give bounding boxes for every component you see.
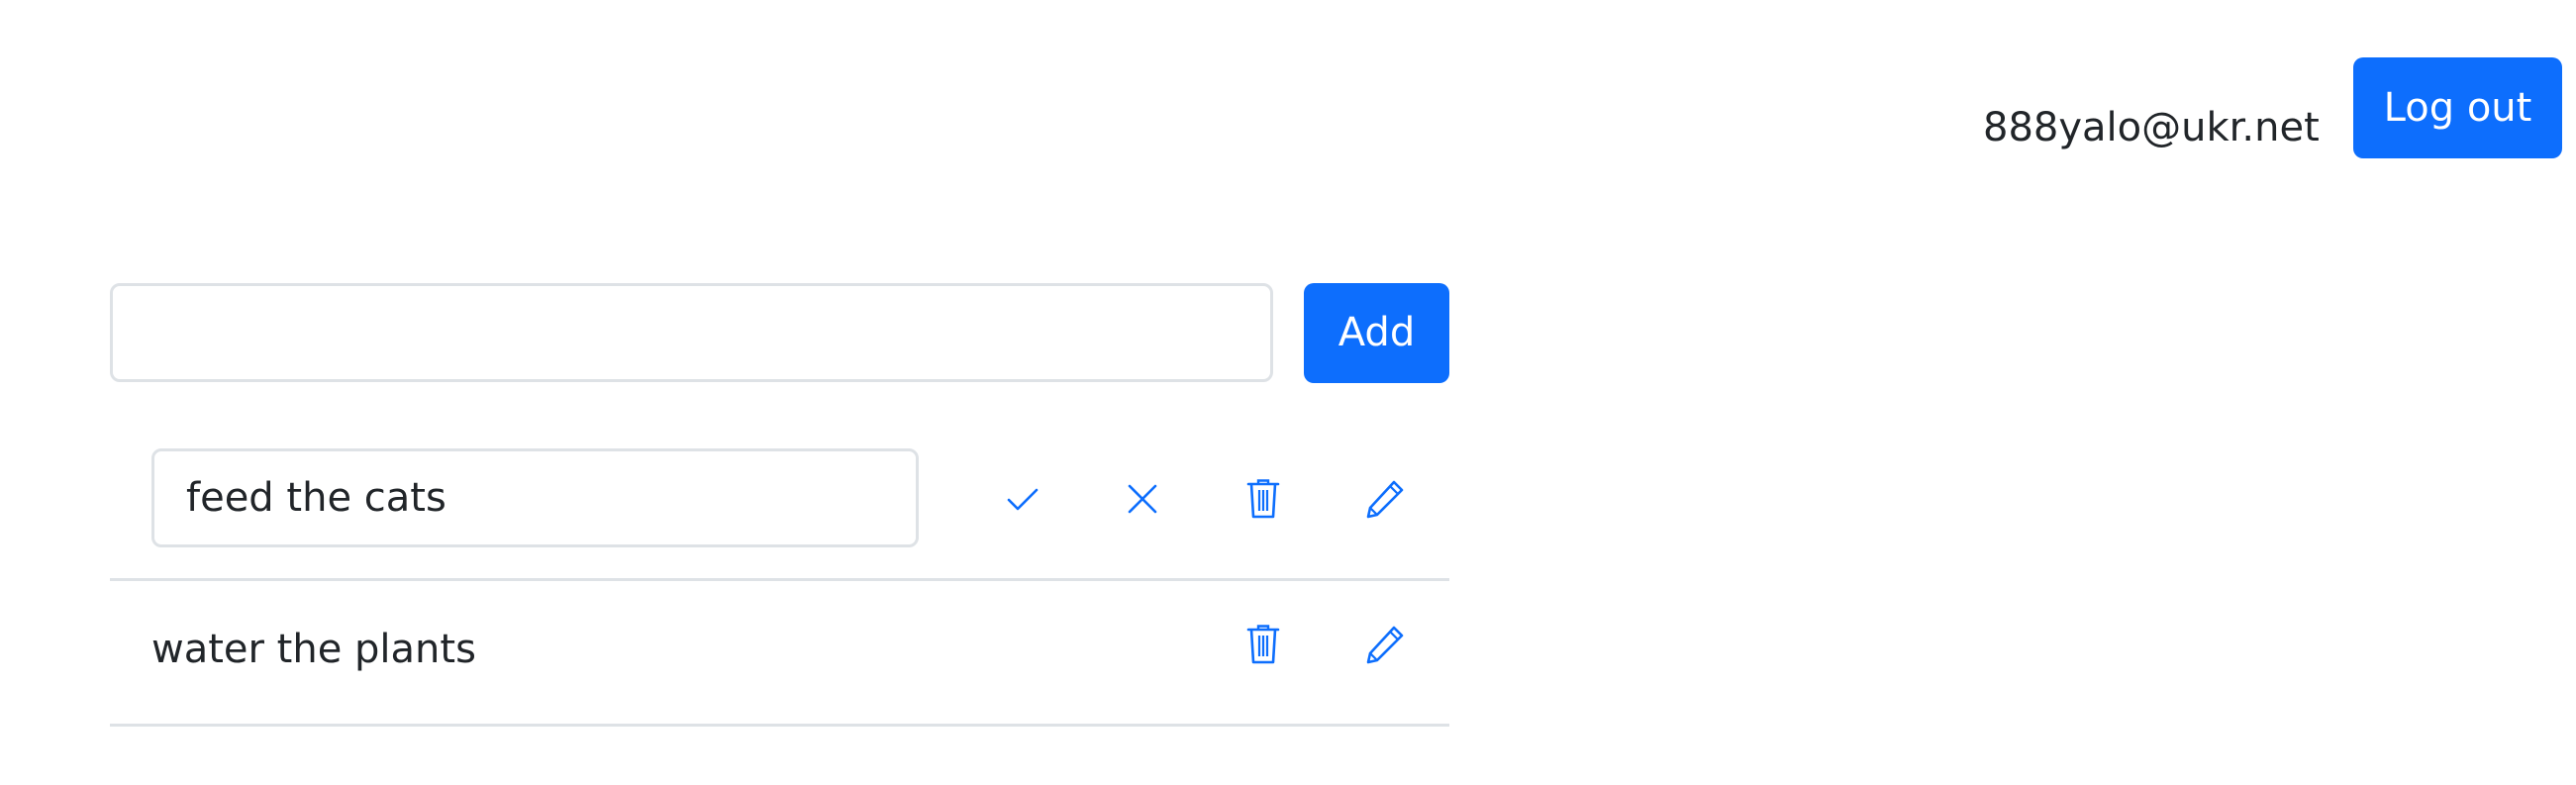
edit-button[interactable]	[1345, 459, 1425, 539]
cancel-edit-button[interactable]	[1103, 459, 1182, 539]
pencil-icon	[1365, 479, 1405, 519]
trash-icon	[1246, 478, 1280, 520]
todo-text: water the plants	[151, 627, 476, 672]
delete-button[interactable]	[1224, 605, 1303, 684]
pencil-icon	[1365, 625, 1405, 664]
check-icon	[1006, 482, 1040, 516]
confirm-edit-button[interactable]	[983, 459, 1062, 539]
delete-button[interactable]	[1224, 459, 1303, 539]
todo-edit-input[interactable]	[151, 448, 919, 547]
trash-icon	[1246, 624, 1280, 665]
logout-button[interactable]: Log out	[2353, 57, 2562, 158]
todo-item	[110, 436, 1449, 581]
todo-list: water the plants	[110, 436, 1449, 727]
app-page: 888yalo@ukr.net Log out Add feed the cat…	[0, 0, 2576, 785]
edit-button[interactable]	[1345, 605, 1425, 684]
add-button[interactable]: Add	[1304, 283, 1449, 383]
user-email: 888yalo@ukr.net	[1983, 105, 2320, 150]
close-icon	[1126, 482, 1159, 516]
todo-item: water the plants	[110, 581, 1449, 727]
new-todo-input[interactable]	[110, 283, 1273, 382]
